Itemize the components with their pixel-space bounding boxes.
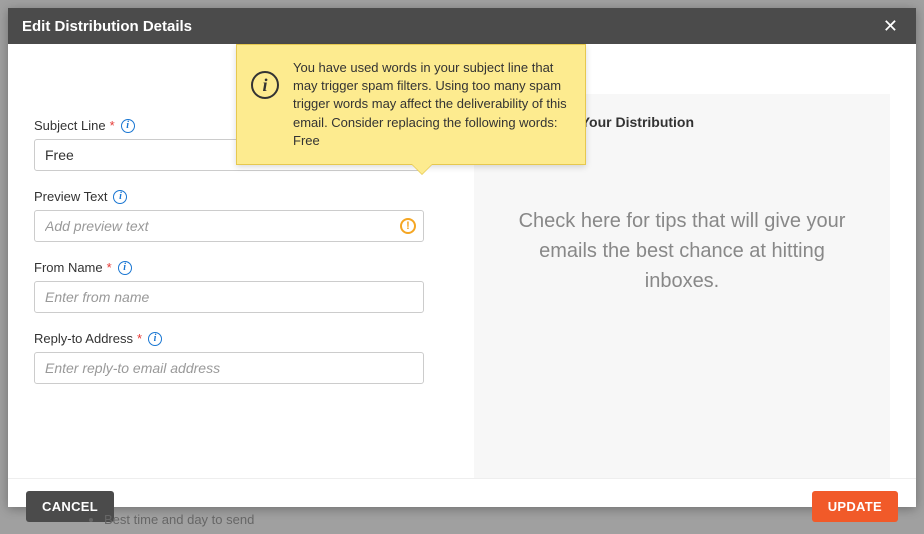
required-indicator: * — [107, 260, 112, 275]
modal-header: Edit Distribution Details ✕ — [8, 8, 916, 44]
required-indicator: * — [110, 118, 115, 133]
update-button[interactable]: UPDATE — [812, 491, 898, 522]
edit-distribution-modal: Edit Distribution Details ✕ i You have u… — [8, 8, 916, 507]
preview-text-input[interactable] — [34, 210, 424, 242]
info-icon[interactable]: i — [148, 332, 162, 346]
from-name-label: From Name * i — [34, 260, 424, 275]
from-name-field: From Name * i — [34, 260, 424, 313]
modal-body: i You have used words in your subject li… — [8, 44, 916, 478]
info-icon[interactable]: i — [113, 190, 127, 204]
reply-to-field: Reply-to Address * i — [34, 331, 424, 384]
optimize-body: Check here for tips that will give your … — [494, 206, 870, 296]
warning-icon[interactable]: ! — [400, 218, 416, 234]
from-name-input[interactable] — [34, 281, 424, 313]
close-icon[interactable]: ✕ — [879, 17, 902, 35]
tooltip-text: You have used words in your subject line… — [293, 59, 567, 150]
modal-title: Edit Distribution Details — [22, 18, 192, 35]
preview-text-label: Preview Text i — [34, 189, 424, 204]
reply-to-label: Reply-to Address * i — [34, 331, 424, 346]
info-icon[interactable]: i — [118, 261, 132, 275]
info-icon[interactable]: i — [121, 119, 135, 133]
background-text: Best time and day to send — [104, 512, 254, 527]
reply-to-input[interactable] — [34, 352, 424, 384]
info-icon: i — [251, 71, 279, 99]
cancel-button[interactable]: CANCEL — [26, 491, 114, 522]
spam-warning-tooltip: i You have used words in your subject li… — [236, 44, 586, 165]
preview-text-field: Preview Text i ! — [34, 189, 424, 242]
required-indicator: * — [137, 331, 142, 346]
form-column: i You have used words in your subject li… — [34, 68, 424, 478]
